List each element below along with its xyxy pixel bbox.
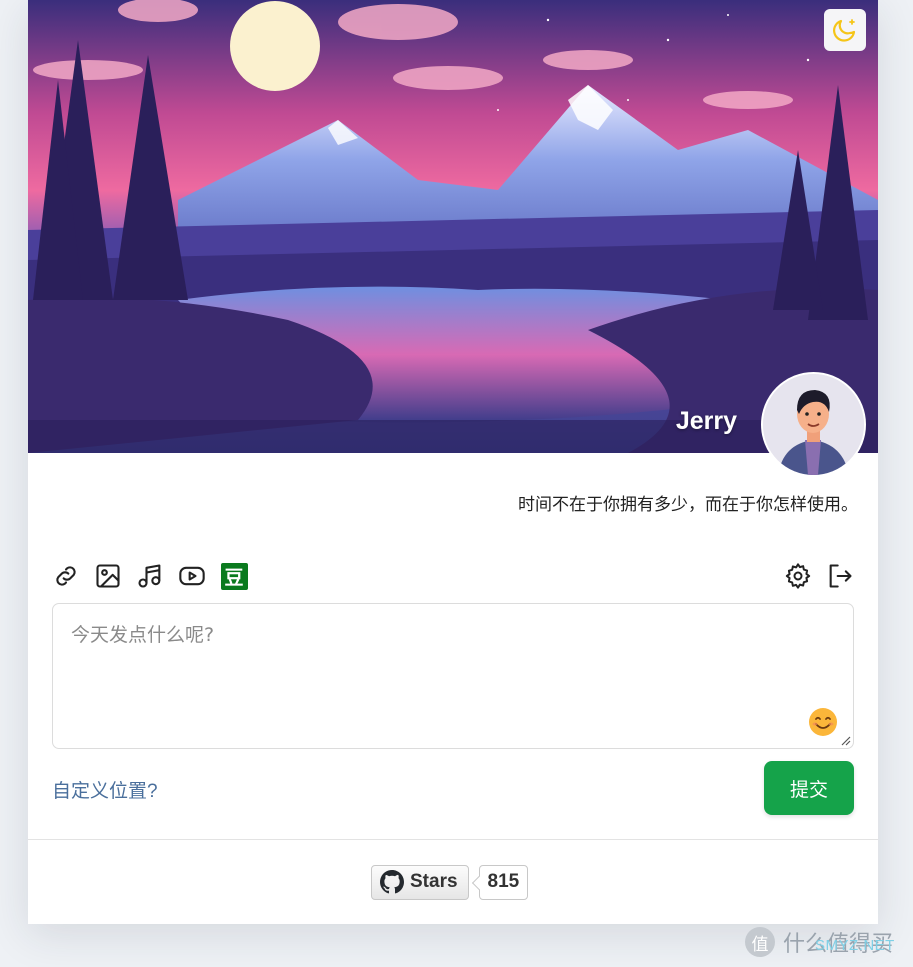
settings-toolbar [784,560,854,592]
github-icon [380,870,404,894]
submit-button[interactable]: 提交 [764,761,854,815]
banner-image: Jerry [28,0,878,453]
slogan: 时间不在于你拥有多少，而在于你怎样使用。 [518,495,858,514]
emoji-picker-icon[interactable] [807,706,839,738]
memo-editor [52,603,854,749]
watermark-logo: 值 [745,927,775,957]
image-icon[interactable] [94,562,122,590]
resize-handle-icon[interactable] [840,735,851,746]
github-stars-widget: Stars 815 [371,864,529,900]
link-icon[interactable] [52,562,80,590]
logout-icon[interactable] [826,562,854,590]
watermark-sub: SMYZ.NET [815,937,895,954]
github-stars-label: Stars [410,871,458,892]
username: Jerry [675,407,737,435]
gear-icon[interactable] [784,562,812,590]
memo-textarea[interactable] [53,604,853,748]
douban-icon[interactable]: 豆 [220,562,248,590]
divider [28,839,878,840]
moon-icon [833,19,856,42]
github-stars-count[interactable]: 815 [478,864,529,900]
theme-toggle-button[interactable] [824,9,866,51]
insert-toolbar: 豆 [52,560,248,592]
custom-location-link[interactable]: 自定义位置? [52,776,158,803]
music-icon[interactable] [136,562,164,590]
memo-card: Jerry 时间不在于你拥有多少，而在于你怎样使用。 豆 今天发点什么呢? 自定… [28,0,878,924]
avatar[interactable] [761,372,866,477]
video-icon[interactable] [178,562,206,590]
github-stars-button[interactable]: Stars [371,864,469,900]
